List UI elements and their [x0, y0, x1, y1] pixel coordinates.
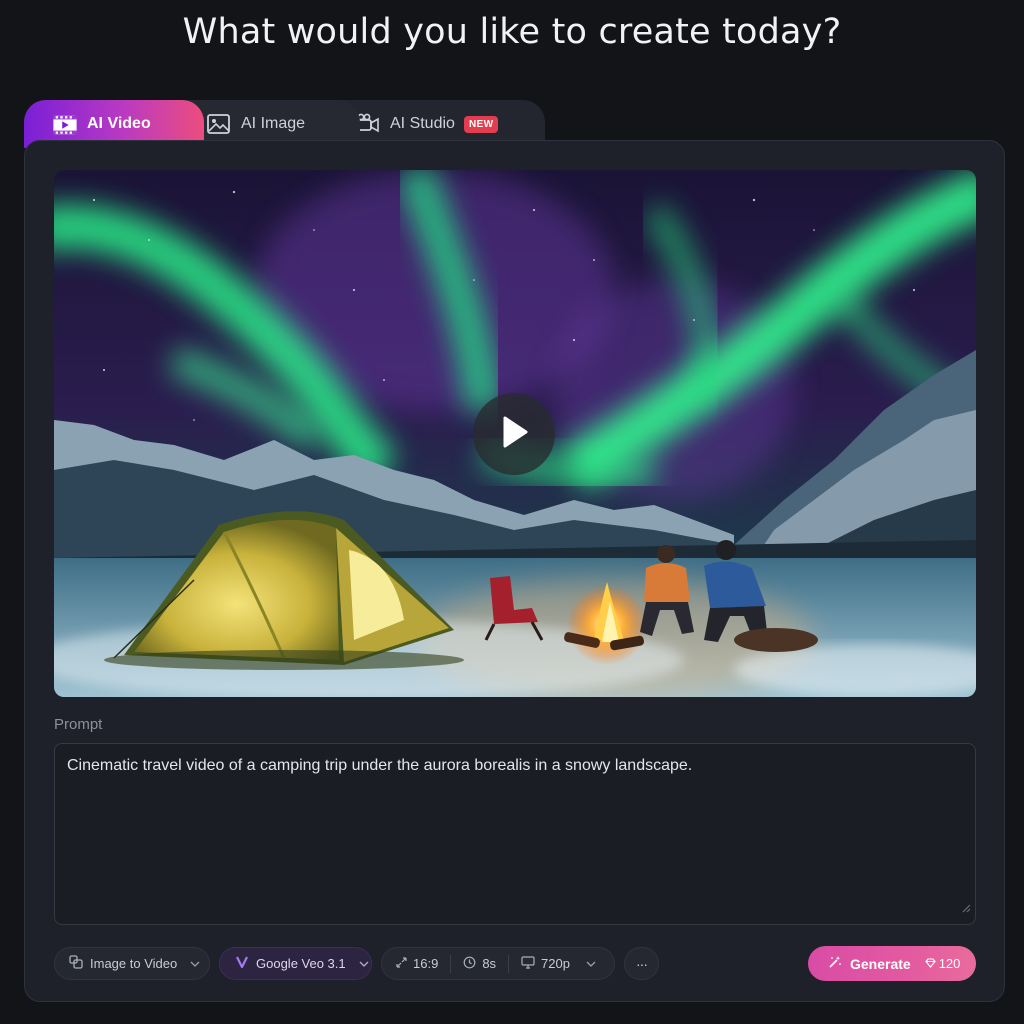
prompt-input[interactable]: Cinematic travel video of a camping trip…	[54, 743, 976, 925]
chevron-down-icon	[359, 961, 369, 967]
expand-arrows-icon	[396, 956, 407, 971]
resolution-setting[interactable]: 720p	[509, 955, 608, 972]
page-title: What would you like to create today?	[182, 12, 842, 52]
tab-label: AI Video	[87, 115, 151, 132]
chevron-down-icon	[190, 961, 200, 967]
diamond-icon	[924, 956, 936, 971]
tab-label: AI Image	[241, 115, 306, 132]
aspect-ratio-setting[interactable]: 16:9	[384, 956, 450, 971]
chevron-down-icon	[586, 961, 596, 967]
credit-cost: 120	[924, 956, 961, 971]
image-icon	[206, 113, 232, 135]
clock-icon	[463, 956, 476, 972]
duration-value: 8s	[482, 956, 497, 971]
image-to-video-icon	[69, 955, 83, 972]
model-select[interactable]: Google Veo 3.1	[219, 947, 372, 980]
play-button[interactable]	[473, 393, 555, 475]
more-options-button[interactable]: ···	[624, 947, 659, 980]
credit-cost-value: 120	[938, 956, 961, 971]
generate-label: Generate	[850, 955, 911, 972]
model-label: Google Veo 3.1	[256, 956, 346, 971]
magic-wand-icon	[828, 955, 842, 972]
duration-setting[interactable]: 8s	[451, 956, 508, 972]
aspect-ratio-value: 16:9	[413, 956, 439, 971]
more-dots-icon: ···	[636, 955, 648, 972]
video-clip-icon	[52, 113, 78, 135]
video-preview[interactable]	[54, 170, 976, 697]
veo-logo-icon	[235, 955, 249, 972]
create-panel: Prompt Cinematic travel video of a campi…	[24, 140, 1005, 1002]
generate-button[interactable]: Generate 120	[808, 946, 976, 981]
resolution-value: 720p	[541, 956, 570, 971]
play-icon	[499, 415, 529, 454]
mode-label: Image to Video	[90, 956, 178, 971]
new-badge: NEW	[463, 115, 499, 133]
tab-label: AI Studio	[390, 115, 455, 132]
prompt-text: Cinematic travel video of a camping trip…	[67, 757, 693, 774]
resize-handle-icon[interactable]	[961, 899, 971, 920]
mode-select[interactable]: Image to Video	[54, 947, 210, 980]
prompt-label: Prompt	[54, 716, 103, 733]
monitor-icon	[521, 955, 535, 972]
video-settings[interactable]: 16:9 8s 720p	[381, 947, 615, 980]
